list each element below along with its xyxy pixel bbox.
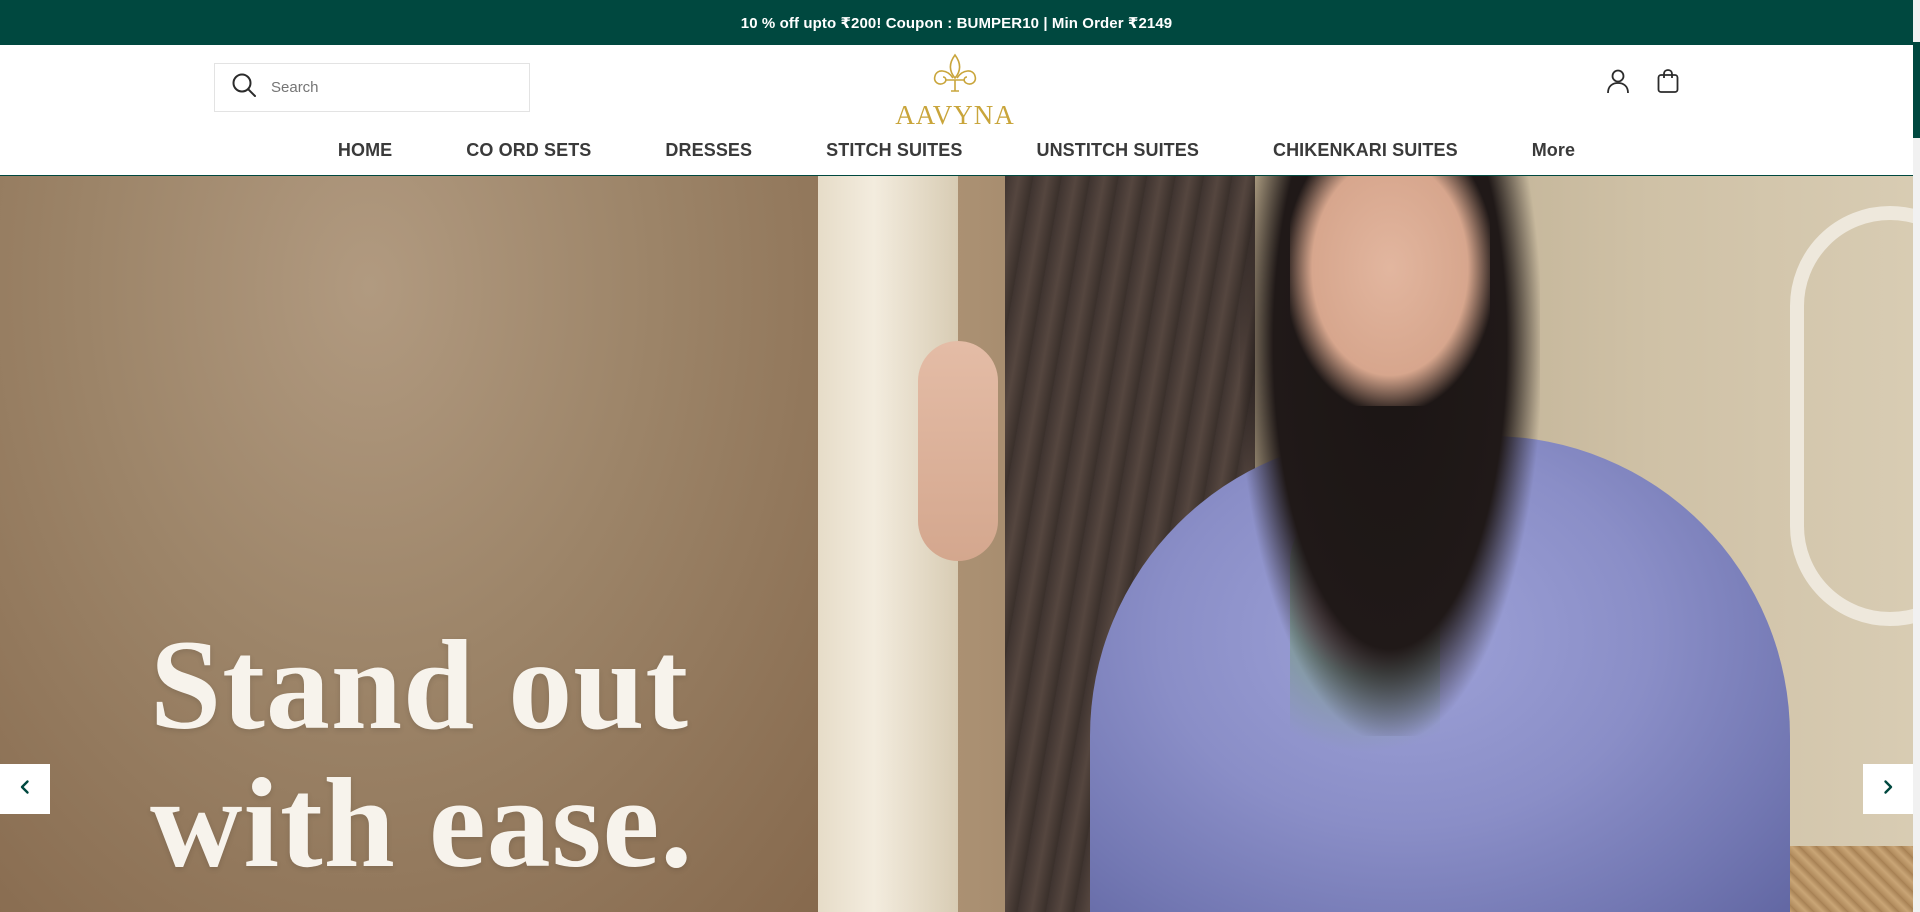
hero-wall-arch bbox=[1790, 206, 1913, 626]
hero-headline-line2: with ease. bbox=[150, 752, 694, 894]
nav-item-home[interactable]: HOME bbox=[301, 140, 429, 161]
nav-item-unstitch-suites[interactable]: UNSTITCH SUITES bbox=[999, 140, 1236, 161]
main-nav: HOME CO ORD SETS DRESSES STITCH SUITES U… bbox=[0, 132, 1913, 168]
hero-headline: Stand out with ease. bbox=[150, 616, 693, 892]
site-header: AAVYNA HOME CO ORD SETS DRESSES STITCH S… bbox=[0, 45, 1913, 176]
announcement-bar: 10 % off upto ₹200! Coupon : BUMPER10 | … bbox=[0, 0, 1913, 45]
hero-banner[interactable]: Stand out with ease. bbox=[0, 176, 1913, 912]
scrollbar-thumb[interactable] bbox=[1913, 42, 1920, 138]
logo[interactable]: AAVYNA bbox=[895, 51, 1014, 129]
chevron-right-icon[interactable] bbox=[1880, 779, 1896, 800]
hero-model-hand bbox=[918, 341, 998, 561]
chevron-left-icon[interactable] bbox=[17, 779, 33, 800]
account-button[interactable] bbox=[1600, 65, 1636, 101]
slide-prev-button[interactable] bbox=[0, 764, 50, 814]
slide-next-button[interactable] bbox=[1863, 764, 1913, 814]
nav-item-co-ord-sets[interactable]: CO ORD SETS bbox=[429, 140, 628, 161]
user-icon[interactable] bbox=[1604, 67, 1632, 100]
cart-button[interactable] bbox=[1650, 65, 1686, 101]
hero-model-face bbox=[1290, 176, 1490, 406]
announcement-text: 10 % off upto ₹200! Coupon : BUMPER10 | … bbox=[740, 14, 1173, 32]
page-scrollbar[interactable] bbox=[1913, 0, 1920, 912]
nav-item-stitch-suites[interactable]: STITCH SUITES bbox=[789, 140, 999, 161]
logo-wordmark: AAVYNA bbox=[895, 100, 1015, 130]
search-icon[interactable] bbox=[231, 72, 257, 103]
hero-headline-line1: Stand out bbox=[150, 614, 689, 756]
nav-item-dresses[interactable]: DRESSES bbox=[628, 140, 789, 161]
shopping-bag-icon[interactable] bbox=[1654, 67, 1682, 100]
search-box[interactable] bbox=[214, 63, 530, 112]
fleur-de-lis-icon bbox=[927, 51, 983, 102]
search-input[interactable] bbox=[271, 79, 511, 96]
nav-item-chikenkari-suites[interactable]: CHIKENKARI SUITES bbox=[1236, 140, 1495, 161]
nav-item-more[interactable]: More bbox=[1495, 140, 1612, 161]
